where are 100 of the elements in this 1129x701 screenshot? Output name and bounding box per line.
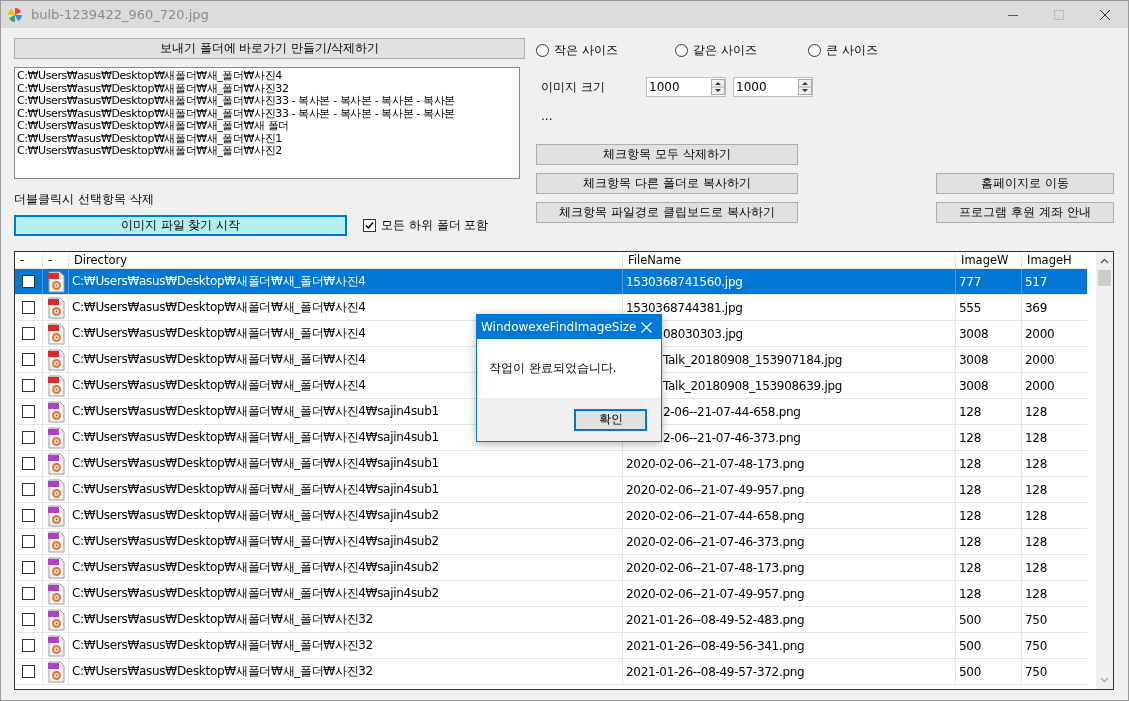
filename-cell: 2020-02-06--21-07-49-957.png [626,482,805,497]
height-cell: 2000 [1025,352,1055,367]
window-title: bulb-1239422_960_720.jpg [31,7,210,22]
filename-cell: 08030303.jpg [663,326,743,341]
row-checkbox[interactable] [22,275,35,288]
filename-cell: 2-06--21-07-46-373.png [663,430,801,445]
row-checkbox[interactable] [22,327,35,340]
shortcut-button[interactable]: 보내기 폴더에 바로가기 만들기/삭제하기 [14,38,525,59]
folder-item[interactable]: C:₩Users₩asus₩Desktop₩새폴더₩새_폴더₩새 폴더 [17,120,517,133]
directory-cell: C:₩Users₩asus₩Desktop₩새폴더₩새_폴더₩사진4₩sajin4sub2 [72,507,439,524]
height-field[interactable]: 1000 [734,80,798,94]
width-cell: 500 [959,664,981,679]
row-checkbox[interactable] [22,431,35,444]
row-checkbox[interactable] [22,587,35,600]
column-header[interactable]: - [42,252,68,268]
row-checkbox[interactable] [22,483,35,496]
filename-cell: 2021-01-26--08-49-56-341.png [626,638,805,653]
table-row[interactable]: C:₩Users₩asus₩Desktop₩새폴더₩새_폴더₩사진4 1530368741560.jpg 777 517 [15,269,1087,295]
table-row[interactable]: C:₩Users₩asus₩Desktop₩새폴더₩새_폴더₩사진4₩sajin4sub2 2020-02-06--21-07-44-658.png 128 128 [15,503,1087,529]
filename-cell: 2020-02-06--21-07-48-173.png [626,560,805,575]
table-row[interactable]: C:₩Users₩asus₩Desktop₩새폴더₩새_폴더₩사진4₩sajin4sub1 2020-02-06--21-07-48-173.png 128 128 [15,451,1087,477]
spin-arrows-icon[interactable] [711,79,725,95]
column-header[interactable]: - [15,252,42,268]
radio-button[interactable] [536,43,549,57]
row-checkbox[interactable] [22,301,35,314]
column-header[interactable]: ImageW [955,252,1021,268]
height-cell: 369 [1025,300,1047,315]
link-button[interactable]: 프로그램 후원 계좌 안내 [936,202,1114,223]
column-header[interactable]: Directory [68,252,622,268]
folder-item[interactable]: C:₩Users₩asus₩Desktop₩새폴더₩새_폴더₩사진1 [17,132,517,145]
action-button[interactable]: 체크항목 파일경로 클립보드로 복사하기 [536,202,798,223]
row-checkbox[interactable] [22,665,35,678]
directory-cell: C:₩Users₩asus₩Desktop₩새폴더₩새_폴더₩사진4 [72,299,366,316]
radio-label[interactable]: 작은 사이즈 [554,41,618,59]
checkbox-label[interactable]: 모든 하위 폴더 포함 [381,217,489,234]
width-cell: 777 [959,274,981,289]
row-checkbox[interactable] [22,613,35,626]
scroll-thumb[interactable] [1098,270,1111,286]
row-checkbox[interactable] [22,509,35,522]
radio-button[interactable] [808,43,821,57]
table-row[interactable]: C:₩Users₩asus₩Desktop₩새폴더₩새_폴더₩사진32 2021-01-26--08-49-56-341.png 500 750 [15,633,1087,659]
folder-item[interactable]: C:₩Users₩asus₩Desktop₩새폴더₩새_폴더₩사진33 - 복사본 - 복사본 - 복사본 - 복사본 [17,95,517,108]
width-field[interactable]: 1000 [647,80,711,94]
directory-cell: C:₩Users₩asus₩Desktop₩새폴더₩새_폴더₩사진4₩sajin4sub1 [72,455,439,472]
start-button[interactable]: 이미지 파일 찾기 시작 [14,215,347,236]
filename-cell: Talk_20180908_153907184.jpg [663,352,843,367]
column-header[interactable]: ImageH [1021,252,1087,268]
radio-label[interactable]: 같은 사이즈 [693,41,757,59]
table-row[interactable]: C:₩Users₩asus₩Desktop₩새폴더₩새_폴더₩사진32 2021-01-26--08-49-57-372.png 500 750 [15,659,1087,685]
action-button[interactable]: 체크항목 모두 삭제하기 [536,144,798,165]
table-row[interactable]: C:₩Users₩asus₩Desktop₩새폴더₩새_폴더₩사진4₩sajin4sub1 2020-02-06--21-07-49-957.png 128 128 [15,477,1087,503]
image-file-icon [46,400,65,423]
action-button[interactable]: 체크항목 다른 폴더로 복사하기 [536,173,798,194]
image-file-icon [46,504,65,527]
ok-button[interactable]: 확인 [574,408,647,431]
width-cell: 3008 [959,326,989,341]
folder-item[interactable]: C:₩Users₩asus₩Desktop₩새폴더₩새_폴더₩사진4 [17,70,517,83]
filename-cell: 2020-02-06--21-07-46-373.png [626,534,805,549]
folder-item[interactable]: C:₩Users₩asus₩Desktop₩새폴더₩새_폴더₩사진33 - 복사본 - 복사본 - 복사본 - 복사본 [17,107,517,120]
folder-item[interactable]: C:₩Users₩asus₩Desktop₩새폴더₩새_폴더₩사진32 [17,82,517,95]
directory-cell: C:₩Users₩asus₩Desktop₩새폴더₩새_폴더₩사진4₩sajin4sub2 [72,585,439,602]
directory-cell: C:₩Users₩asus₩Desktop₩새폴더₩새_폴더₩사진4 [72,273,366,290]
image-file-icon [46,634,65,657]
directory-cell: C:₩Users₩asus₩Desktop₩새폴더₩새_폴더₩사진32 [72,637,373,654]
filename-cell: 2020-02-06--21-07-44-658.png [626,508,805,523]
link-button[interactable]: 홈페이지로 이동 [936,173,1114,194]
row-checkbox[interactable] [22,457,35,470]
scroll-up-icon[interactable] [1100,258,1109,264]
row-checkbox[interactable] [22,405,35,418]
radio-label[interactable]: 큰 사이즈 [826,41,878,59]
row-checkbox[interactable] [22,379,35,392]
table-row[interactable]: C:₩Users₩asus₩Desktop₩새폴더₩새_폴더₩사진4₩sajin4sub2 2020-02-06--21-07-48-173.png 128 128 [15,555,1087,581]
folder-item[interactable]: C:₩Users₩asus₩Desktop₩새폴더₩새_폴더₩사진2 [17,145,517,158]
directory-cell: C:₩Users₩asus₩Desktop₩새폴더₩새_폴더₩사진4 [72,351,366,368]
height-cell: 128 [1025,404,1047,419]
image-file-icon [46,322,65,345]
table-row[interactable]: C:₩Users₩asus₩Desktop₩새폴더₩새_폴더₩사진4₩sajin4sub2 2020-02-06--21-07-49-957.png 128 128 [15,581,1087,607]
filename-cell: Talk_20180908_153908639.jpg [663,378,843,393]
row-checkbox[interactable] [22,639,35,652]
directory-cell: C:₩Users₩asus₩Desktop₩새폴더₩새_폴더₩사진4 [72,377,366,394]
radio-button[interactable] [675,43,688,57]
filename-cell: 1530368744381.jpg [626,300,743,315]
row-checkbox[interactable] [22,535,35,548]
number-spinbox[interactable]: 1000 [733,77,813,97]
folder-list[interactable] [14,67,520,179]
table-row[interactable]: C:₩Users₩asus₩Desktop₩새폴더₩새_폴더₩사진32 2021-01-26--08-49-52-483.png 500 750 [15,607,1087,633]
close-icon[interactable] [1100,9,1110,20]
table-row[interactable]: C:₩Users₩asus₩Desktop₩새폴더₩새_폴더₩사진4₩sajin4sub2 2020-02-06--21-07-46-373.png 128 128 [15,529,1087,555]
image-file-icon [46,452,65,475]
number-spinbox[interactable]: 1000 [646,77,726,97]
subfolder-checkbox[interactable] [363,219,376,232]
width-cell: 128 [959,430,981,445]
spin-arrows-icon[interactable] [798,79,812,95]
row-checkbox[interactable] [22,353,35,366]
row-checkbox[interactable] [22,561,35,574]
column-header[interactable]: FileName [622,252,955,268]
scrollbar[interactable] [1096,252,1113,689]
image-file-icon [46,608,65,631]
height-cell: 128 [1025,508,1047,523]
image-file-icon [46,426,65,449]
